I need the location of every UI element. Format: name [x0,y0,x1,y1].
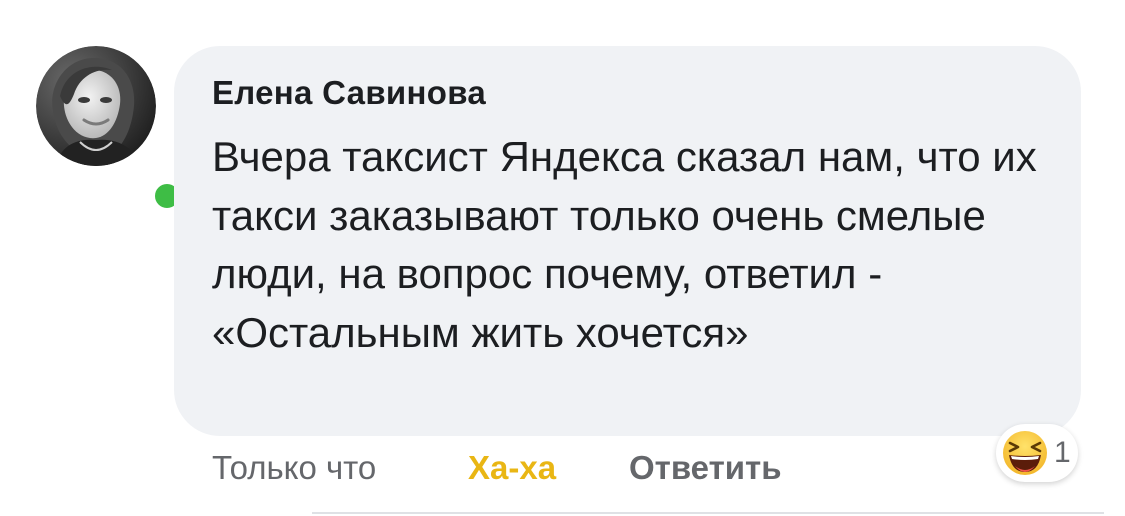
author-avatar-container[interactable] [36,46,184,213]
comment-thread: Елена Савинова Вчера таксист Яндекса ска… [0,0,1125,516]
reply-button[interactable]: Ответить [629,448,782,488]
avatar[interactable] [36,46,156,166]
divider [312,512,1104,514]
reaction-haha-button[interactable]: Ха-ха [468,448,556,488]
reaction-count: 1 [1054,436,1071,469]
comment-timestamp[interactable]: Только что [212,448,376,488]
author-name[interactable]: Елена Савинова [212,74,486,112]
comment-text: Вчера таксист Яндекса сказал нам, что их… [212,133,1037,356]
reaction-summary[interactable]: 1 [996,424,1078,482]
laughing-face-icon [1003,431,1047,475]
